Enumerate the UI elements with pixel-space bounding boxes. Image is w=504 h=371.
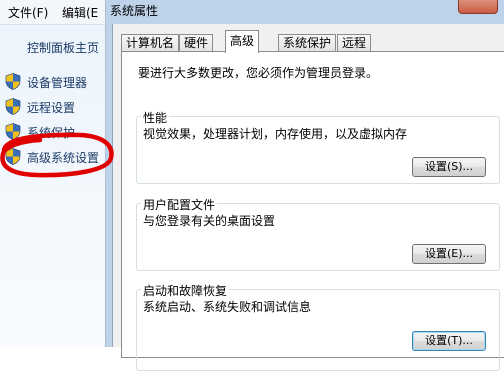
admin-notice: 要进行大多数更改，您必须作为管理员登录。: [138, 66, 379, 80]
group-title: 启动和故障恢复: [141, 282, 230, 299]
uac-shield-icon: [5, 123, 21, 140]
group-description: 与您登录有关的桌面设置: [143, 214, 276, 228]
group-description: 视觉效果，处理器计划，内存使用，以及虚拟内存: [143, 127, 408, 141]
group-performance: 性能 视觉效果，处理器计划，内存使用，以及虚拟内存 设置(S)...: [136, 109, 500, 184]
tab-hardware[interactable]: 硬件: [179, 34, 214, 52]
tab-advanced[interactable]: 高级: [225, 30, 260, 53]
group-description: 系统启动、系统失败和调试信息: [143, 300, 312, 314]
tab-system-protection[interactable]: 系统保护: [278, 34, 337, 52]
group-title: 性能: [141, 109, 170, 126]
sidebar-item-label: 系统保护: [27, 126, 76, 140]
menu-file[interactable]: 文件(F): [8, 4, 48, 21]
menu-edit[interactable]: 编辑(E: [62, 4, 98, 21]
group-startup-recovery: 启动和故障恢复 系统启动、系统失败和调试信息 设置(T)...: [136, 282, 500, 371]
tab-remote[interactable]: 远程: [337, 34, 372, 52]
uac-shield-icon: [5, 73, 21, 90]
control-panel-sidebar: 文件(F) 编辑(E 控制面板主页 设备管理器 远程设置 系统保护 高级系统设置: [0, 0, 105, 347]
startup-recovery-settings-button[interactable]: 设置(T)...: [412, 331, 486, 351]
sidebar-item-label: 远程设置: [27, 101, 76, 115]
uac-shield-icon: [5, 148, 21, 165]
performance-settings-button[interactable]: 设置(S)...: [412, 157, 486, 177]
control-panel-home-link[interactable]: 控制面板主页: [27, 39, 99, 56]
sidebar-item-label: 设备管理器: [27, 76, 88, 90]
uac-shield-icon: [5, 98, 21, 115]
sidebar-item-label: 高级系统设置: [27, 151, 100, 165]
menu-bar: 文件(F) 编辑(E: [0, 0, 105, 25]
system-properties-dialog: 系统属性 计算机名 硬件 高级 系统保护 远程 要进行大多数更改，您必须作为管理…: [106, 0, 504, 371]
close-button[interactable]: [458, 0, 498, 14]
dialog-title: 系统属性: [110, 4, 159, 18]
tab-panel-advanced: 要进行大多数更改，您必须作为管理员登录。 性能 视觉效果，处理器计划，内存使用，…: [121, 51, 504, 371]
group-title: 用户配置文件: [141, 196, 218, 213]
tab-computer-name[interactable]: 计算机名: [121, 34, 180, 52]
dialog-client-area: 计算机名 硬件 高级 系统保护 远程 要进行大多数更改，您必须作为管理员登录。 …: [112, 24, 504, 371]
group-user-profiles: 用户配置文件 与您登录有关的桌面设置 设置(E)...: [136, 196, 500, 271]
user-profiles-settings-button[interactable]: 设置(E)...: [412, 244, 486, 264]
